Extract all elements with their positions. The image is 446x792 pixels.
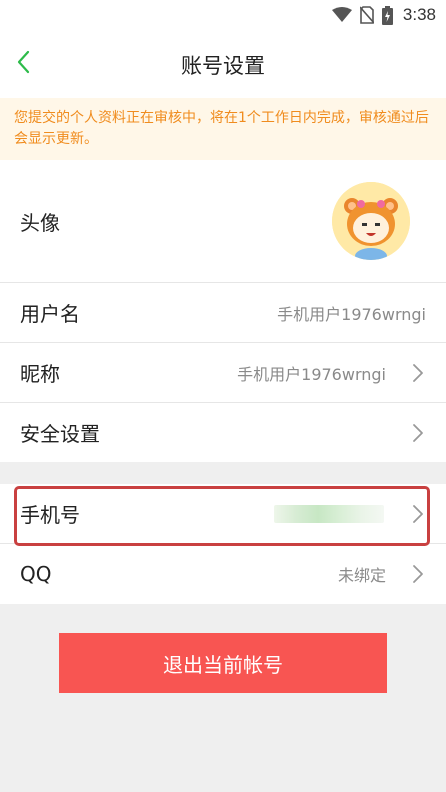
username-row: 用户名 手机用户1976wrngi	[0, 283, 446, 342]
avatar-row[interactable]: 头像	[0, 160, 446, 282]
username-label: 用户名	[20, 302, 80, 326]
qq-label: QQ	[20, 562, 52, 586]
nickname-value: 手机用户1976wrngi	[237, 364, 386, 384]
nickname-label: 昵称	[20, 362, 60, 386]
status-time: 3:38	[402, 5, 436, 24]
chevron-right-icon	[408, 422, 428, 444]
chevron-right-icon	[408, 503, 428, 525]
nickname-row[interactable]: 昵称 手机用户1976wrngi	[0, 343, 446, 402]
security-settings-label: 安全设置	[20, 422, 100, 446]
logout-button[interactable]: 退出当前帐号	[59, 633, 387, 693]
qq-value: 未绑定	[337, 566, 386, 585]
battery-charging-icon	[381, 5, 393, 25]
qq-row[interactable]: QQ 未绑定	[0, 544, 446, 604]
phone-row[interactable]: 手机号	[0, 484, 446, 543]
status-bar: 3:38	[0, 0, 446, 30]
phone-value-redacted	[274, 504, 384, 523]
profile-group: 头像 用户名 手机用户1976wrngi 昵称 手机用户1976wrngi 安全…	[0, 160, 446, 462]
chevron-right-icon	[408, 563, 428, 585]
binding-group: 手机号 QQ 未绑定	[0, 484, 446, 604]
page-title: 账号设置	[181, 54, 265, 78]
username-value: 手机用户1976wrngi	[277, 304, 426, 324]
nav-bar: 账号设置	[0, 30, 446, 98]
review-notice: 您提交的个人资料正在审核中，将在1个工作日内完成，审核通过后会显示更新。	[0, 98, 446, 160]
chevron-right-icon	[408, 362, 428, 384]
wifi-icon	[331, 7, 352, 23]
security-settings-row[interactable]: 安全设置	[0, 403, 446, 462]
phone-label: 手机号	[20, 503, 80, 527]
avatar	[332, 182, 410, 260]
avatar-label: 头像	[20, 210, 60, 235]
no-sim-icon	[359, 6, 374, 24]
